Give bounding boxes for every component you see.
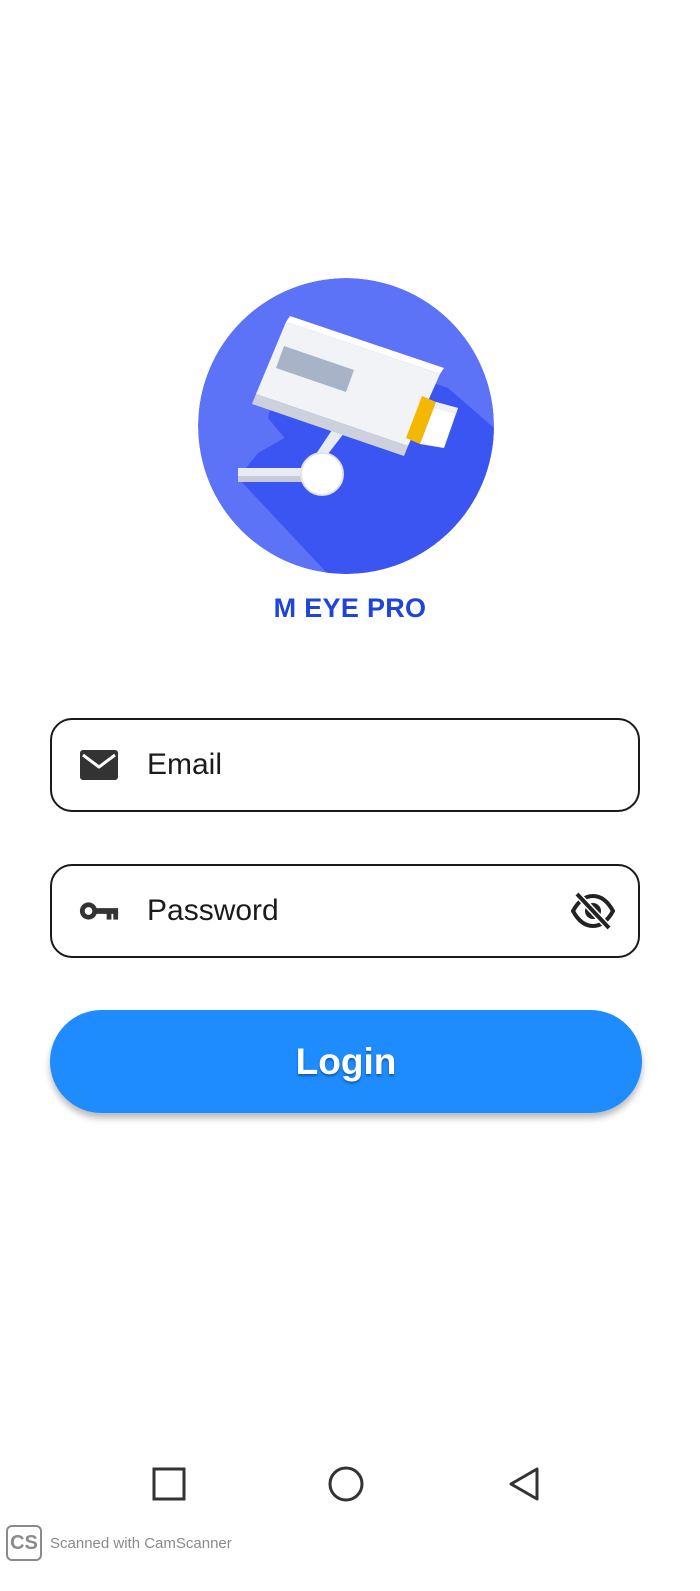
back-triangle-icon[interactable] (502, 1462, 546, 1506)
camscanner-watermark: CS Scanned with CamScanner (6, 1524, 232, 1562)
system-nav-bar (0, 1440, 700, 1530)
key-icon (78, 894, 120, 928)
mail-icon (78, 748, 120, 782)
cs-badge: CS (6, 1525, 42, 1561)
email-placeholder: Email (147, 748, 223, 781)
login-button[interactable]: Login (50, 1010, 642, 1113)
home-circle-icon[interactable] (324, 1462, 368, 1506)
eye-off-icon[interactable] (570, 891, 616, 931)
login-screen: M EYE PRO Email Password Login CS Scanne… (0, 0, 700, 1591)
email-field[interactable]: Email (50, 718, 640, 812)
login-button-label: Login (295, 1040, 397, 1082)
app-name: M EYE PRO (273, 593, 427, 623)
watermark-text: Scanned with CamScanner (50, 1534, 232, 1552)
recents-square-icon[interactable] (147, 1462, 191, 1506)
password-field[interactable]: Password (50, 864, 640, 958)
app-logo-security-camera-icon (198, 278, 494, 574)
password-placeholder: Password (147, 894, 279, 927)
